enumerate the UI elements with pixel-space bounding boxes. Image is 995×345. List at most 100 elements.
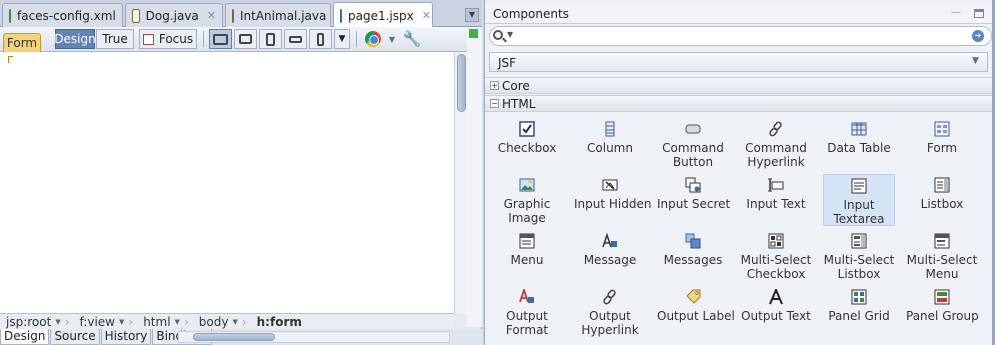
component-multi-select-listbox[interactable]: Multi-Select Listbox [823, 230, 895, 281]
component-label: Multi-Select Menu [906, 253, 978, 281]
horizontal-scrollbar[interactable] [178, 331, 450, 343]
category-label: HTML [502, 97, 536, 111]
breadcrumb-jsp-root[interactable]: jsp:root ▼ › [0, 314, 74, 330]
toolbar-separator [356, 31, 357, 47]
expand-icon[interactable]: + [490, 81, 499, 90]
vertical-scrollbar[interactable] [454, 52, 467, 314]
component-output-format[interactable]: Output Format [491, 286, 563, 337]
component-graphic-image[interactable]: Graphic Image [491, 174, 563, 225]
component-form[interactable]: Form [906, 118, 978, 155]
component-label: Output Text [741, 309, 811, 323]
component-panel-group[interactable]: Panel Group [906, 286, 979, 323]
message-icon [602, 232, 618, 249]
component-label: Input Text [746, 197, 806, 211]
breadcrumb-body[interactable]: body ▼ › [193, 314, 251, 330]
tablet-landscape-button[interactable] [234, 29, 257, 49]
component-output-label[interactable]: Output Label [657, 286, 735, 323]
component-label: Panel Group [906, 309, 979, 323]
close-icon[interactable]: ✕ [207, 9, 216, 22]
library-select[interactable]: JSF ▼ [489, 52, 988, 72]
component-listbox[interactable]: Listbox [906, 174, 978, 211]
close-icon[interactable]: ✕ [422, 9, 431, 22]
tablet-portrait-icon [266, 32, 275, 46]
component-label: Listbox [920, 197, 964, 211]
design-canvas[interactable] [0, 52, 454, 314]
tab-page1-jspx[interactable]: page1.jspx ✕ [333, 2, 433, 28]
editor-tab-bar: faces-config.xml ✕ Dog.java ✕ IntAnimal.… [0, 0, 482, 28]
category-html[interactable]: − HTML [485, 95, 992, 112]
toolbar-separator [203, 31, 204, 47]
desktop-view-button[interactable] [209, 29, 232, 49]
tab-source[interactable]: Source [50, 329, 100, 345]
phone-landscape-button[interactable] [284, 29, 307, 49]
panel-group-icon [934, 289, 950, 305]
tab-intanimal-java[interactable]: IntAnimal.java ✕ [225, 3, 344, 27]
checkbox-icon [519, 121, 535, 137]
phone-portrait-button[interactable] [309, 29, 332, 49]
desktop-icon [213, 33, 228, 45]
component-message[interactable]: Message [574, 230, 646, 267]
component-input-hidden[interactable]: Input Hidden [574, 174, 651, 211]
component-label: Input Hidden [574, 197, 652, 211]
tab-history[interactable]: History [100, 329, 152, 345]
minimize-icon[interactable]: — [951, 7, 961, 18]
chevron-down-icon[interactable]: ▼ [507, 30, 513, 39]
breadcrumb: jsp:root ▼ › f:view ▼ › html ▼ › body ▼ › h:form [0, 313, 454, 329]
component-checkbox[interactable]: Checkbox [491, 118, 563, 155]
chevron-down-icon: ▼ [972, 56, 979, 66]
component-label: Command Button [662, 141, 724, 169]
focus-label: Focus [158, 32, 194, 46]
scrollbar-thumb[interactable] [193, 333, 275, 341]
true-button[interactable]: True [96, 29, 134, 49]
breadcrumb-label: f:view [79, 314, 115, 329]
component-output-hyperlink[interactable]: Output Hyperlink [574, 286, 646, 337]
search-go-icon[interactable]: ➔ [972, 30, 984, 42]
palette-search-input[interactable]: ▼ ➔ [489, 26, 992, 46]
scrollbar-thumb[interactable] [457, 54, 466, 112]
palette-title-bar: Components — [485, 4, 995, 24]
breadcrumb-html[interactable]: html ▼ › [137, 314, 193, 330]
browser-dropdown-icon[interactable]: ▼ [386, 29, 398, 49]
component-label: Form [926, 141, 958, 155]
component-multi-select-menu[interactable]: Multi-Select Menu [906, 230, 978, 281]
tab-list-dropdown-icon[interactable]: ▼ [465, 8, 479, 22]
component-label: Message [583, 253, 637, 267]
no-errors-icon[interactable] [469, 29, 478, 38]
component-column[interactable]: Column [574, 118, 646, 155]
hyperlink-icon [768, 121, 784, 137]
tab-design[interactable]: Design [0, 329, 50, 345]
component-input-textarea[interactable]: Input Textarea [823, 174, 895, 226]
component-input-secret[interactable]: Input Secret [657, 174, 730, 211]
breadcrumb-label: jsp:root [6, 314, 52, 329]
category-core[interactable]: + Core [485, 77, 992, 94]
collapse-icon[interactable]: − [490, 99, 499, 108]
component-input-text[interactable]: Input Text [740, 174, 812, 211]
component-label: Panel Grid [828, 309, 890, 323]
component-data-table[interactable]: Data Table [823, 118, 895, 155]
listbox-icon [934, 177, 950, 193]
breadcrumb-f-view[interactable]: f:view ▼ › [74, 314, 138, 330]
tab-dog-java[interactable]: Dog.java ✕ [125, 3, 223, 27]
device-dropdown-icon[interactable]: ▼ [334, 29, 350, 49]
component-label: Multi-Select Listbox [823, 253, 895, 281]
component-command-hyperlink[interactable]: Command Hyperlink [740, 118, 812, 169]
form-indicator[interactable]: Form [3, 33, 41, 52]
component-command-button[interactable]: Command Button [657, 118, 729, 169]
component-messages[interactable]: Messages [657, 230, 729, 267]
component-output-text[interactable]: Output Text [740, 286, 812, 323]
maximize-icon[interactable] [974, 9, 984, 18]
panel-grid-icon [851, 289, 867, 305]
design-button[interactable]: Design [54, 29, 96, 49]
jspx-file-icon [340, 8, 342, 23]
focus-button[interactable]: Focus [139, 29, 197, 49]
tab-faces-config[interactable]: faces-config.xml ✕ [2, 3, 133, 27]
component-multi-select-checkbox[interactable]: Multi-Select Checkbox [740, 230, 812, 281]
browser-preview-button[interactable] [363, 29, 383, 49]
column-icon [602, 121, 618, 137]
wrench-icon[interactable]: 🔧 [402, 29, 422, 49]
component-menu[interactable]: Menu [491, 230, 563, 267]
breadcrumb-h-form[interactable]: h:form [251, 314, 306, 330]
component-panel-grid[interactable]: Panel Grid [823, 286, 895, 323]
tablet-portrait-button[interactable] [259, 29, 282, 49]
graphic-image-icon [519, 177, 535, 193]
